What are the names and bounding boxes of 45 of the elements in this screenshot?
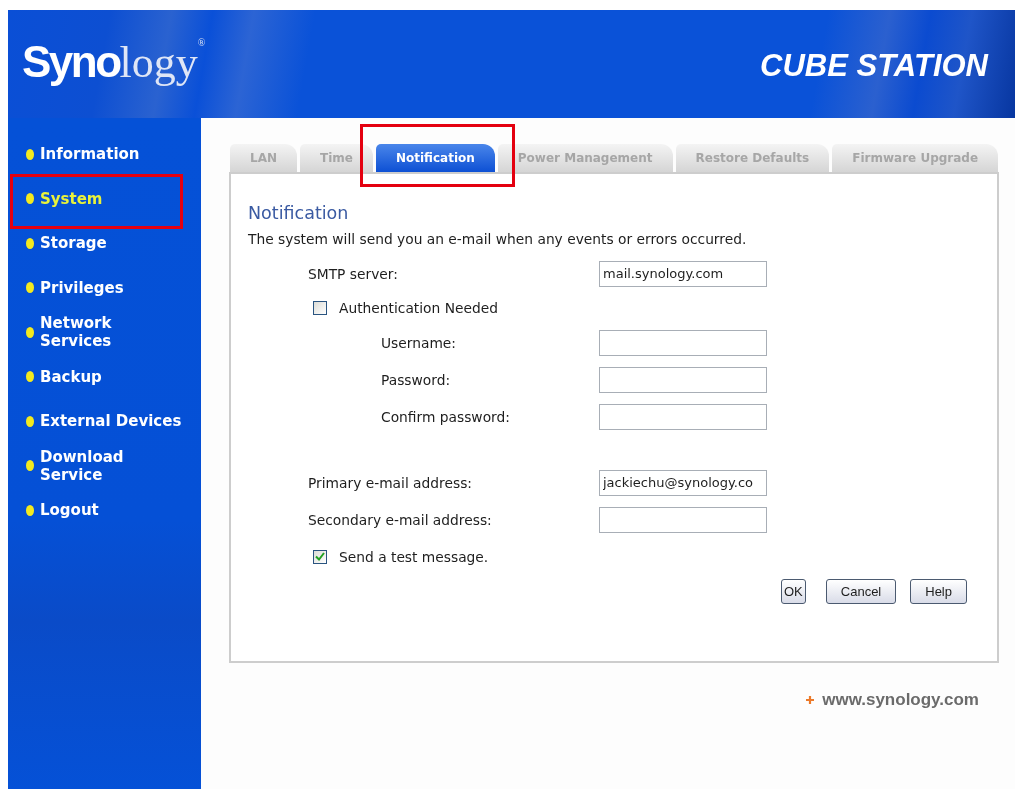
nav-item[interactable]: Network Services <box>8 310 201 355</box>
field-label: Primary e-mail address: <box>308 474 473 491</box>
field-label: Username: <box>381 334 457 351</box>
text-field[interactable]: jackiechu@synology.co <box>599 469 767 496</box>
nav-item[interactable]: Privileges <box>8 265 201 310</box>
logo: Synology$^{®}$ <box>22 38 206 87</box>
tab[interactable]: Notification <box>375 144 495 172</box>
panel-title: Notification <box>248 202 350 224</box>
checkbox-label: Send a test message. <box>339 548 489 565</box>
text-field[interactable] <box>599 506 767 533</box>
text-field[interactable]: mail.synology.com <box>599 260 767 287</box>
checkbox[interactable] <box>313 301 327 315</box>
checkbox-label: Authentication Needed <box>339 300 498 316</box>
bullet-icon <box>26 415 34 427</box>
bullet-icon <box>26 193 34 205</box>
checkbox[interactable] <box>313 549 327 564</box>
text-field[interactable] <box>599 329 767 356</box>
field-label: SMTP server: <box>308 265 399 282</box>
website-link[interactable]: www.synology.com <box>822 690 979 710</box>
nav-item[interactable]: Information <box>8 132 201 177</box>
bullet-icon <box>26 326 34 338</box>
panel-description: The system will send you an e-mail when any events or errors occurred. <box>248 230 748 248</box>
nav-item[interactable]: Logout <box>8 488 201 533</box>
bullet-icon <box>26 148 34 160</box>
product-name: CUBE STATION <box>760 48 988 84</box>
field-label: Secondary e-mail address: <box>308 511 493 528</box>
field-label: Password: <box>381 371 452 388</box>
nav-item[interactable]: Storage <box>8 221 201 266</box>
form-button[interactable]: OK <box>781 579 806 604</box>
bullet-icon <box>26 282 34 294</box>
nav-item[interactable]: System <box>8 176 201 221</box>
text-field[interactable] <box>599 403 767 430</box>
form-button[interactable]: Cancel <box>825 579 897 604</box>
nav-item[interactable]: Download Service <box>8 443 201 488</box>
plus-icon <box>806 696 815 704</box>
form-button[interactable]: Help <box>910 579 967 604</box>
checkmark-icon <box>315 552 325 561</box>
bullet-icon <box>26 504 34 516</box>
field-label: Confirm password: <box>381 408 511 425</box>
text-field[interactable] <box>599 366 767 393</box>
nav-item[interactable]: Backup <box>8 354 201 399</box>
bullet-icon <box>26 460 34 472</box>
bullet-icon <box>26 371 34 383</box>
bullet-icon <box>26 237 34 249</box>
nav-item[interactable]: External Devices <box>8 399 201 444</box>
